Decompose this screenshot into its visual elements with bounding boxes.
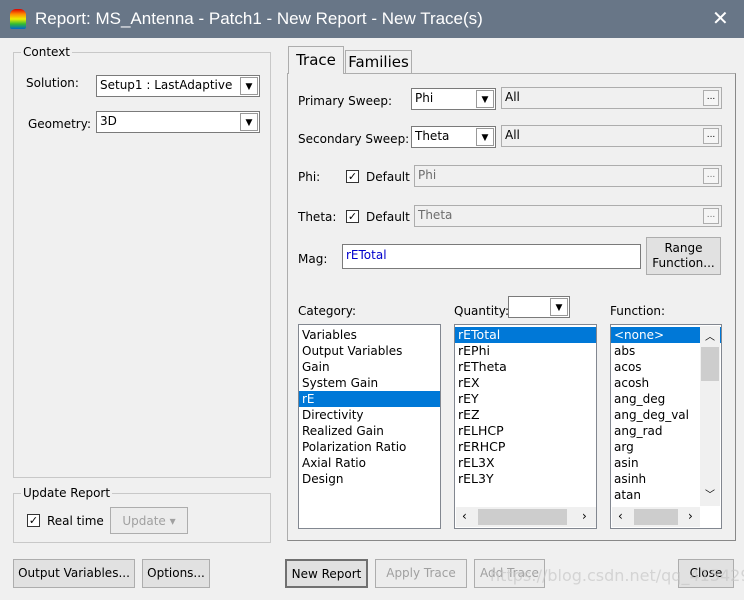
chevron-down-icon: ▼	[476, 128, 494, 146]
theta-default-checkbox[interactable]: ✓	[346, 210, 359, 223]
chevron-down-icon: ▼	[240, 77, 258, 95]
update-report-legend: Update Report	[21, 486, 113, 500]
scroll-left-icon[interactable]: ‹	[462, 509, 467, 523]
window-title: Report: MS_Antenna - Patch1 - New Report…	[35, 9, 483, 28]
close-icon[interactable]: ✕	[712, 6, 729, 31]
ellipsis-button[interactable]: ...	[703, 128, 719, 144]
chevron-down-icon: ▼	[476, 90, 494, 108]
chevron-down-icon: ▼	[240, 113, 258, 131]
solution-select[interactable]: Setup1 : LastAdaptive ▼	[96, 75, 260, 97]
category-item[interactable]: Realized Gain	[299, 423, 440, 439]
scroll-left-icon[interactable]: ‹	[618, 509, 623, 523]
category-item[interactable]: Output Variables	[299, 343, 440, 359]
category-item[interactable]: Variables	[299, 327, 440, 343]
chevron-down-icon: ▼	[550, 298, 568, 316]
range-function-button[interactable]: Range Function...	[646, 237, 721, 275]
quantity-item[interactable]: rEZ	[455, 407, 596, 423]
primary-sweep-select[interactable]: Phi ▼	[411, 88, 496, 110]
function-vscrollbar[interactable]: ︿ ﹀	[700, 326, 720, 506]
category-list[interactable]: Variables Output Variables Gain System Gain…	[298, 324, 441, 529]
phi-field: Phi...	[414, 165, 722, 187]
update-button-label: Update	[122, 514, 166, 528]
scroll-right-icon[interactable]: ›	[688, 509, 693, 523]
quantity-item[interactable]: rEX	[455, 375, 596, 391]
quantity-item[interactable]: rEY	[455, 391, 596, 407]
category-item[interactable]: Axial Ratio	[299, 455, 440, 471]
ellipsis-button: ...	[703, 168, 719, 184]
geometry-select[interactable]: 3D ▼	[96, 111, 260, 133]
phi-value: Phi	[418, 168, 437, 182]
phi-default-checkbox[interactable]: ✓	[346, 170, 359, 183]
apply-trace-button[interactable]: Apply Trace	[375, 559, 467, 588]
category-item[interactable]: Directivity	[299, 407, 440, 423]
quantity-item[interactable]: rETheta	[455, 359, 596, 375]
geometry-value: 3D	[100, 114, 117, 128]
options-button[interactable]: Options...	[142, 559, 210, 588]
primary-sweep-value: Phi	[415, 91, 434, 105]
secondary-range-value: All	[505, 128, 520, 142]
category-item[interactable]: Gain	[299, 359, 440, 375]
solution-value: Setup1 : LastAdaptive	[100, 78, 233, 92]
quantity-list[interactable]: rETotal rEPhi rETheta rEX rEY rEZ rELHCP rERHCP…	[454, 324, 597, 529]
primary-sweep-label: Primary Sweep:	[298, 94, 393, 108]
tab-families[interactable]: Families	[345, 50, 412, 73]
realtime-checkbox[interactable]: ✓	[27, 514, 40, 527]
quantity-item[interactable]: rELHCP	[455, 423, 596, 439]
quantity-item[interactable]: rERHCP	[455, 439, 596, 455]
primary-range-field[interactable]: All...	[501, 87, 722, 109]
theta-default-label: Default	[366, 210, 410, 224]
scroll-right-icon[interactable]: ›	[582, 509, 587, 523]
secondary-range-field[interactable]: All...	[501, 125, 722, 147]
quantity-hscrollbar[interactable]: ‹ ›	[456, 507, 596, 527]
theta-field: Theta...	[414, 205, 722, 227]
quantity-filter-select[interactable]: ▼	[508, 296, 570, 318]
quantity-item[interactable]: rEL3X	[455, 455, 596, 471]
scroll-up-icon[interactable]: ︿	[705, 328, 715, 343]
category-item[interactable]: System Gain	[299, 375, 440, 391]
theta-label: Theta:	[298, 210, 337, 224]
new-report-button[interactable]: New Report	[285, 559, 368, 588]
phi-label: Phi:	[298, 170, 321, 184]
category-label: Category:	[298, 304, 356, 318]
solution-label: Solution:	[26, 76, 79, 90]
ellipsis-button: ...	[703, 208, 719, 224]
quantity-label: Quantity:	[454, 304, 510, 318]
quantity-item[interactable]: rETotal	[455, 327, 596, 343]
quantity-item[interactable]: rEL3Y	[455, 471, 596, 487]
quantity-item[interactable]: rEPhi	[455, 343, 596, 359]
category-item[interactable]: rE	[299, 391, 440, 407]
category-item[interactable]: Polarization Ratio	[299, 439, 440, 455]
update-button[interactable]: Update ▾	[110, 507, 188, 534]
category-item[interactable]: Design	[299, 471, 440, 487]
tab-trace[interactable]: Trace	[288, 46, 344, 74]
scroll-thumb[interactable]	[478, 509, 567, 525]
secondary-sweep-value: Theta	[415, 129, 450, 143]
primary-range-value: All	[505, 90, 520, 104]
secondary-sweep-select[interactable]: Theta ▼	[411, 126, 496, 148]
app-icon	[10, 9, 26, 29]
function-label: Function:	[610, 304, 666, 318]
close-button[interactable]: Close	[678, 559, 734, 588]
context-legend: Context	[21, 45, 73, 59]
theta-value: Theta	[418, 208, 453, 222]
phi-default-label: Default	[366, 170, 410, 184]
title-bar: Report: MS_Antenna - Patch1 - New Report…	[0, 0, 744, 38]
ellipsis-button[interactable]: ...	[703, 90, 719, 106]
secondary-sweep-label: Secondary Sweep:	[298, 132, 410, 146]
mag-label: Mag:	[298, 252, 328, 266]
add-trace-button[interactable]: Add Trace	[474, 559, 545, 588]
output-variables-button[interactable]: Output Variables...	[13, 559, 135, 588]
scroll-down-icon[interactable]: ﹀	[705, 486, 715, 501]
mag-input[interactable]: rETotal	[342, 244, 641, 269]
realtime-label: Real time	[47, 514, 104, 528]
function-hscrollbar[interactable]: ‹ ›	[612, 507, 700, 527]
geometry-label: Geometry:	[28, 117, 92, 131]
scroll-thumb[interactable]	[634, 509, 678, 525]
scroll-thumb[interactable]	[701, 347, 719, 381]
